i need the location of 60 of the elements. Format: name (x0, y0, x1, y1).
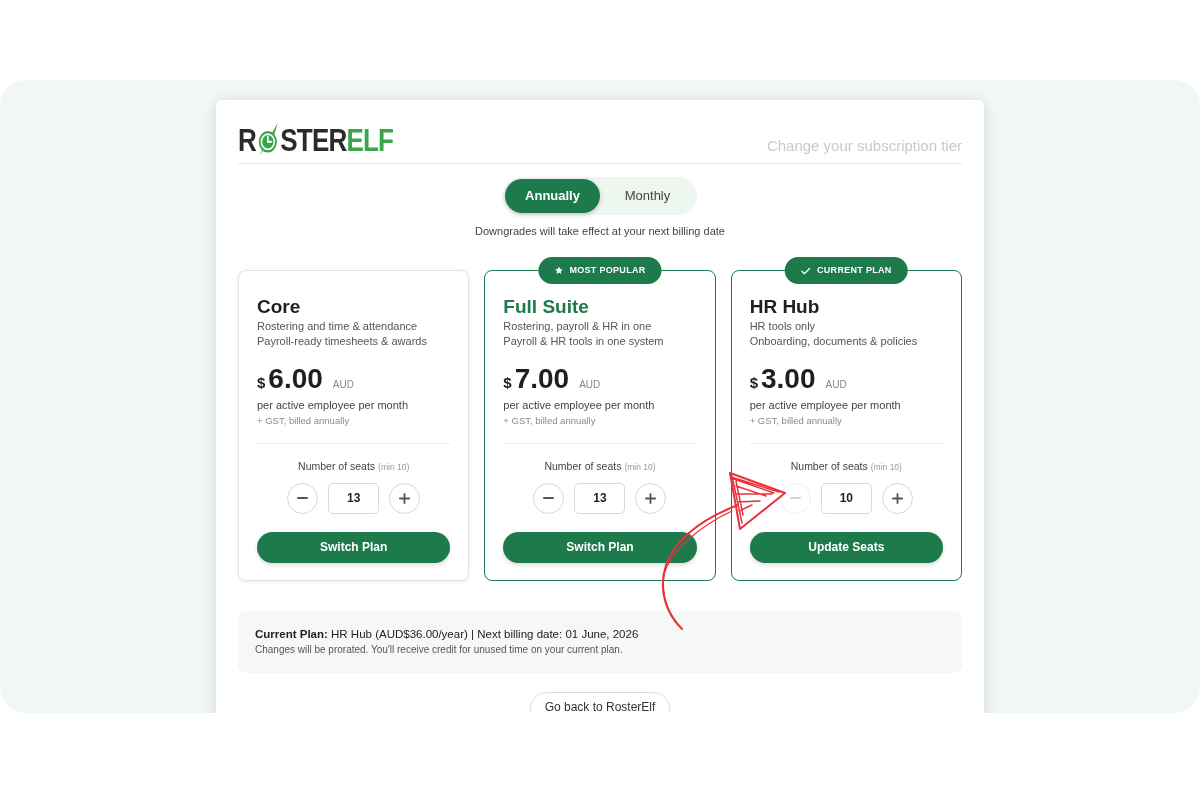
plan-price: 6.00 (268, 363, 323, 395)
plan-action-button[interactable]: Switch Plan (257, 531, 451, 563)
plan-description: Onboarding, documents & policies (749, 334, 919, 349)
seats-hint: (min 10) (624, 461, 656, 474)
summary-note: Changes will be prorated. You'll receive credit for unused time on your current plan. (255, 643, 623, 657)
currency-symbol: $ (257, 373, 266, 393)
minus-icon (789, 497, 801, 500)
plus-icon (645, 492, 657, 504)
seats-label: Number of seats (544, 459, 622, 474)
price-period: per active employee per month (257, 398, 410, 413)
plan-name: Full Suite (503, 296, 590, 318)
increase-seats-button[interactable] (635, 482, 667, 514)
badge-label: CURRENT PLAN (817, 263, 892, 277)
logo-text: STER (280, 124, 347, 156)
decrease-seats-button[interactable] (533, 482, 565, 514)
plus-icon (891, 492, 903, 504)
plan-description: Rostering, payroll & HR in one (503, 319, 653, 334)
plan-action-button[interactable]: Update Seats (749, 531, 943, 563)
minus-icon (543, 497, 555, 500)
price-unit: AUD (825, 378, 847, 392)
price-period: per active employee per month (503, 398, 656, 413)
currency-symbol: $ (503, 373, 512, 393)
tax-note: + GST, billed annually (257, 414, 351, 428)
decrease-seats-button[interactable] (287, 482, 319, 514)
logo-text: R (238, 124, 256, 156)
back-button[interactable]: Go back to RosterElf (529, 692, 671, 713)
logo-text: ELF (346, 124, 394, 156)
seats-label: Number of seats (298, 459, 376, 474)
plan-description: Rostering and time & attendance (257, 319, 419, 334)
plus-icon (399, 492, 411, 504)
price-unit: AUD (579, 378, 601, 392)
plan-action-button[interactable]: Switch Plan (503, 531, 697, 563)
currency-symbol: $ (749, 373, 758, 393)
seats-hint: (min 10) (378, 461, 410, 474)
increase-seats-button[interactable] (389, 482, 421, 514)
plan-price: 7.00 (514, 363, 570, 395)
summary-text: Current Plan: HR Hub (AUD$36.00/year) | Next billing date: 01 June, 2026 (255, 627, 639, 642)
seats-hint: (min 10) (870, 461, 902, 474)
plan-description: Payroll-ready timesheets & awards (257, 334, 428, 349)
plan-name: HR Hub (749, 296, 821, 318)
plan-description: HR tools only (749, 319, 817, 334)
billing-option[interactable]: Annually (505, 179, 600, 213)
increase-seats-button[interactable] (881, 482, 913, 514)
plan-description: Payroll & HR tools in one system (503, 334, 665, 349)
tax-note: + GST, billed annually (749, 414, 843, 428)
downgrade-notice: Downgrades will take effect at your next billing date (475, 224, 725, 239)
seats-field[interactable]: 13 (574, 482, 626, 514)
seats-field[interactable]: 13 (328, 482, 380, 514)
star-icon (554, 266, 564, 275)
badge-label: MOST POPULAR (569, 263, 646, 277)
plan-name: Core (257, 296, 302, 318)
check-icon (801, 265, 811, 276)
billing-option[interactable]: Monthly (600, 179, 695, 213)
seats-field[interactable]: 10 (820, 482, 872, 514)
price-unit: AUD (332, 378, 354, 392)
price-period: per active employee per month (749, 398, 902, 413)
plan-price: 3.00 (761, 363, 816, 395)
tax-note: + GST, billed annually (503, 414, 597, 428)
minus-icon (297, 497, 309, 500)
seats-label: Number of seats (790, 459, 868, 474)
